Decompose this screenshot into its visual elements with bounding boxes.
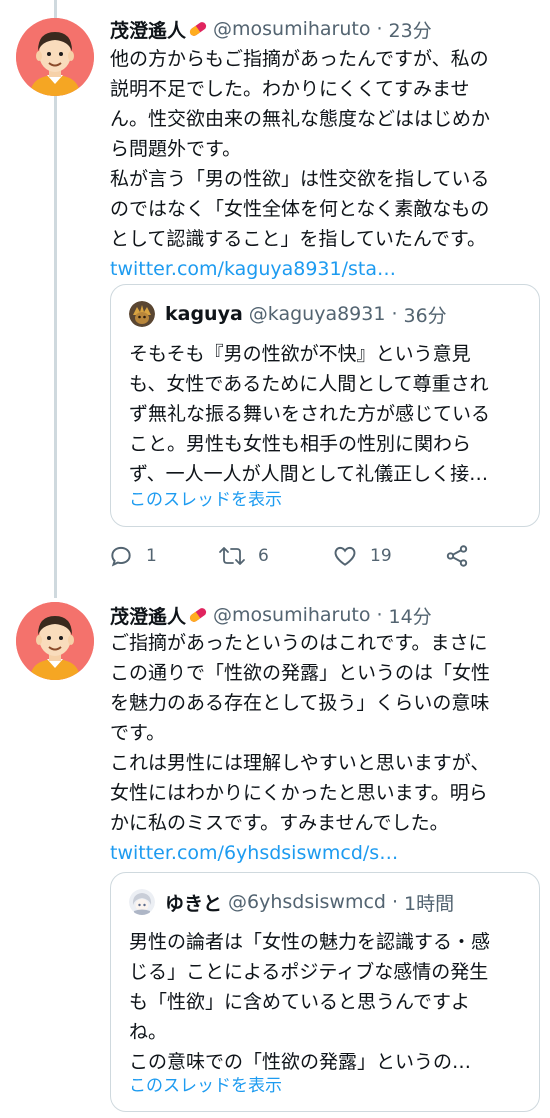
quoted-tweet[interactable]: kaguya @kaguya8931 · 36分 そもそも『男の性欲が不快』とい…: [110, 284, 540, 527]
separator-dot: ·: [376, 604, 383, 626]
tweet-timestamp[interactable]: 23分: [389, 16, 432, 43]
quoted-author-handle: @6yhsdsiswmcd: [228, 891, 386, 913]
tweet-text-line: を魅力のある存在として扱う」くらいの意味: [110, 692, 490, 714]
quoted-tweet-header: ゆきと @6yhsdsiswmcd · 1時間: [129, 887, 454, 917]
quoted-author-name: kaguya: [165, 303, 243, 325]
tweet-text-line: ら問題外です。: [110, 138, 242, 160]
tweet-timestamp[interactable]: 14分: [389, 602, 432, 629]
person-avatar-icon[interactable]: [16, 18, 94, 96]
tweet-text-line: かに私のミスです。すみませんでした。: [110, 812, 449, 834]
person-avatar-icon[interactable]: [16, 602, 94, 680]
quoted-text-line: ね。: [129, 1021, 168, 1043]
tweet-text: ご指摘があったというのはこれです。まさに この通りで「性欲の発露」というのは「女…: [110, 628, 535, 868]
like-button[interactable]: 19: [332, 540, 392, 572]
tweet[interactable]: 茂澄遙人 @mosumiharuto · 23分 他の方からもご指摘があったんで…: [0, 0, 550, 598]
show-thread-link[interactable]: このスレッドを表示: [129, 485, 282, 510]
quoted-text-line: も「性欲」に含めていると思うんですよ: [129, 991, 471, 1013]
quoted-text-line: も、女性であるために人間として尊重され: [129, 373, 489, 395]
tweet-link[interactable]: twitter.com/kaguya8931/sta…: [110, 254, 535, 284]
tweet-text-line: ご指摘があったというのはこれです。まさに: [110, 632, 488, 654]
quoted-tweet-text: 男性の論者は「女性の魅力を認識する・感 じる」ことによるポジティブな感情の発生 …: [129, 927, 529, 1077]
tweet-header: 茂澄遙人 @mosumiharuto · 14分: [110, 600, 432, 630]
quoted-author-name: ゆきと: [165, 892, 223, 915]
separator-dot: ·: [391, 303, 398, 325]
tweet-text-line: 説明不足でした。わかりにくくてすみませ: [110, 78, 470, 100]
author-handle[interactable]: @mosumiharuto: [213, 18, 370, 40]
quoted-author-avatar: [129, 889, 155, 915]
retweet-count: 6: [258, 546, 269, 566]
author-name[interactable]: 茂澄遙人: [110, 602, 186, 629]
tweet-text-line: 他の方からもご指摘があったんですが、私の: [110, 48, 489, 70]
pill-icon: [187, 604, 209, 626]
tweet-link[interactable]: twitter.com/6yhsdsiswmcd/s…: [110, 838, 535, 868]
quoted-text-line: そもそも『男の性欲が不快』という意見: [129, 343, 471, 365]
tweet-actions: 1 6 19: [108, 540, 488, 572]
tweet-header: 茂澄遙人 @mosumiharuto · 23分: [110, 14, 432, 44]
quoted-text-line: こと。男性も女性も相手の性別に関わら: [129, 433, 472, 455]
quoted-tweet-header: kaguya @kaguya8931 · 36分: [129, 299, 447, 329]
quoted-text-line: 男性の論者は「女性の魅力を認識する・感: [129, 931, 491, 953]
author-name[interactable]: 茂澄遙人: [110, 16, 186, 43]
tweet-text-line: この通りで「性欲の発露」というのは「女性: [110, 662, 491, 684]
separator-dot: ·: [376, 18, 383, 40]
tweet-text-line: です。: [110, 722, 166, 744]
tweet-text-line: 女性にはわかりにくかったと思います。明ら: [110, 782, 488, 804]
quoted-text-line: ず無礼な振る舞いをされた方が感じている: [129, 403, 491, 425]
tweet-text-line: ん。性交欲由来の無礼な態度などははじめか: [110, 108, 491, 130]
tweet[interactable]: 茂澄遙人 @mosumiharuto · 14分 ご指摘があったというのはこれで…: [0, 598, 550, 1118]
reply-icon: [108, 543, 134, 569]
reply-count: 1: [146, 546, 157, 566]
show-thread-link[interactable]: このスレッドを表示: [129, 1071, 282, 1096]
author-handle[interactable]: @mosumiharuto: [213, 604, 370, 626]
retweet-button[interactable]: 6: [218, 540, 269, 572]
pill-icon: [187, 18, 209, 40]
quoted-tweet-text: そもそも『男の性欲が不快』という意見 も、女性であるために人間として尊重され ず…: [129, 339, 529, 489]
reply-button[interactable]: 1: [108, 540, 157, 572]
tweet-text-line: これは男性には理解しやすいと思いますが、: [110, 752, 490, 774]
quoted-tweet[interactable]: ゆきと @6yhsdsiswmcd · 1時間 男性の論者は「女性の魅力を認識す…: [110, 872, 540, 1112]
quoted-author-avatar: [129, 301, 155, 327]
heart-icon: [332, 543, 358, 569]
tweet-text-line: として認識すること」を指していたんです。: [110, 228, 487, 250]
tweet-text-line: 私が言う「男の性欲」は性交欲を指している: [110, 168, 490, 190]
share-button[interactable]: [444, 540, 470, 572]
quoted-text-line: じる」ことによるポジティブな感情の発生: [129, 961, 489, 983]
separator-dot: ·: [391, 891, 399, 913]
quoted-author-handle: @kaguya8931: [248, 303, 386, 325]
quoted-tweet-timestamp: 36分: [403, 304, 447, 327]
retweet-icon: [218, 543, 246, 569]
tweet-text: 他の方からもご指摘があったんですが、私の 説明不足でした。わかりにくくてすみませ…: [110, 44, 535, 284]
share-icon: [444, 543, 470, 569]
like-count: 19: [370, 546, 392, 566]
quoted-tweet-timestamp: 1時間: [404, 892, 455, 915]
tweet-text-line: のではなく「女性全体を何となく素敵なもの: [110, 198, 490, 220]
